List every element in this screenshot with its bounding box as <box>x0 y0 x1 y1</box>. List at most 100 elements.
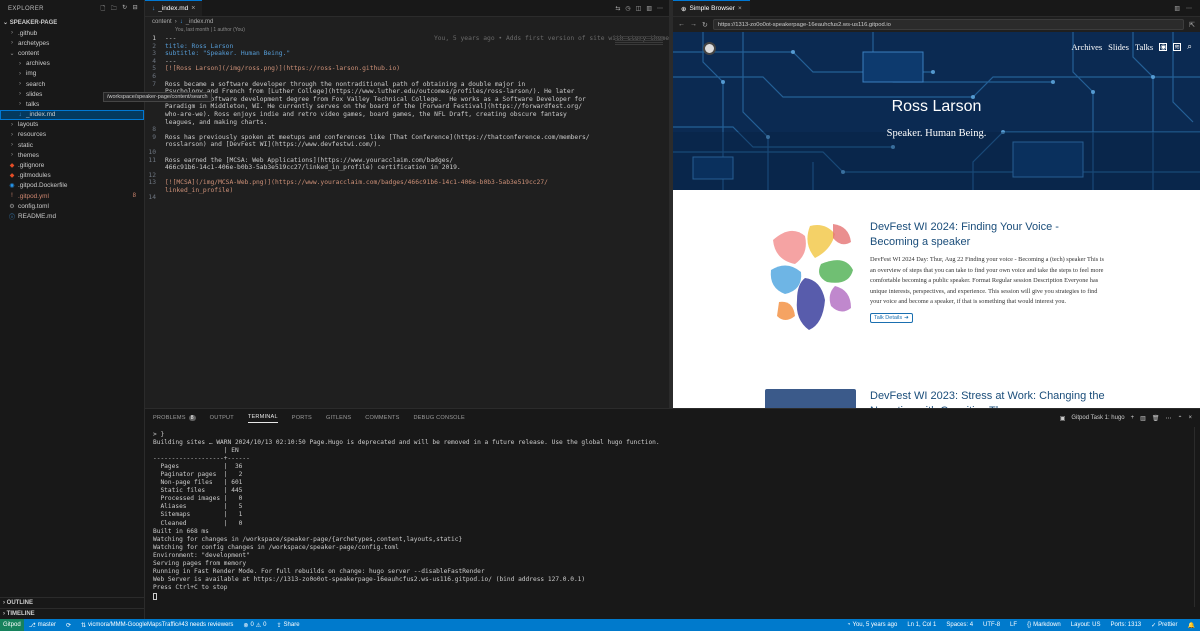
refresh-icon[interactable]: ↻ <box>122 4 127 14</box>
history-icon[interactable]: ◷ <box>625 5 630 12</box>
file-tree-item[interactable]: ⓘ README.md <box>0 211 144 221</box>
terminal-output[interactable]: > } Building sites … WARN 2024/10/13 02:1… <box>153 431 1053 600</box>
code-line[interactable]: 13 [![MCSA](/img/MCSA-Web.png)](https://w… <box>145 179 669 187</box>
site-logo[interactable] <box>703 42 716 55</box>
file-tree-item[interactable]: ⚙ config.toml <box>0 201 144 211</box>
end-of-line[interactable]: LF <box>1005 622 1022 629</box>
file-tree-item[interactable]: › search <box>0 79 144 89</box>
preview-icon[interactable]: ◫ <box>636 5 642 12</box>
file-tree-item[interactable]: ◉ .gitpod.Dockerfile <box>0 181 144 191</box>
file-tree-item[interactable]: › archives <box>0 59 144 69</box>
pull-request-indicator[interactable]: ⇅ vicmora/MMM-GoogleMapsTraffic#43 needs … <box>76 622 238 629</box>
terminal-scrollbar[interactable] <box>1194 427 1200 607</box>
keyboard-layout[interactable]: Layout: US <box>1066 622 1106 629</box>
more-icon[interactable]: ⋯ <box>1165 415 1171 422</box>
tab-ports[interactable]: PORTS <box>292 415 312 421</box>
nav-talks[interactable]: Talks <box>1135 42 1153 52</box>
maximize-icon[interactable]: ⌃ <box>1177 415 1182 422</box>
tab-comments[interactable]: COMMENTS <box>365 415 399 421</box>
tab-terminal[interactable]: TERMINAL <box>247 414 278 423</box>
new-folder-icon[interactable]: 🗀 <box>111 4 117 14</box>
trash-icon[interactable]: 🗑 <box>1152 415 1160 422</box>
code-line[interactable]: rosslarson) and [DevFest WI](https://www… <box>145 141 669 149</box>
file-tree-item[interactable]: › themes <box>0 150 144 160</box>
open-external-icon[interactable]: ⇱ <box>1189 21 1195 29</box>
close-icon[interactable]: × <box>191 5 195 12</box>
search-icon[interactable]: ⌕ <box>1187 42 1192 52</box>
minimap[interactable] <box>615 36 663 46</box>
close-icon[interactable]: × <box>738 5 742 12</box>
split-editor-icon[interactable]: ▥ <box>1174 5 1180 12</box>
split-editor-icon[interactable]: ▥ <box>646 5 652 12</box>
ports-indicator[interactable]: Ports: 1313 <box>1105 622 1146 629</box>
file-tree-item[interactable]: › layouts <box>0 120 144 130</box>
collapse-all-icon[interactable]: ⊟ <box>133 4 138 14</box>
code-line[interactable]: 1 --- You, 5 years ago • Adds first versio… <box>145 35 669 43</box>
breadcrumb-folder[interactable]: content <box>152 19 172 25</box>
breadcrumb-file[interactable]: _index.md <box>186 19 214 25</box>
file-tree-item[interactable]: › .github <box>0 28 144 38</box>
language-mode[interactable]: {} Markdown <box>1022 622 1066 629</box>
post-thumbnail[interactable] <box>765 220 856 335</box>
forward-icon[interactable]: → <box>690 21 697 28</box>
add-terminal-icon[interactable]: + <box>1131 415 1135 422</box>
file-tree-item[interactable]: ↓ _index.md <box>0 109 144 120</box>
code-line[interactable]: 9 Ross has previously spoken at meetups a… <box>145 134 669 142</box>
code-line[interactable]: 12 <box>145 172 669 180</box>
code-line[interactable]: 10 <box>145 149 669 157</box>
code-line[interactable]: 2 title: Ross Larson <box>145 43 669 51</box>
code-line[interactable]: 6 <box>145 73 669 81</box>
outline-section[interactable]: › OUTLINE <box>0 597 144 608</box>
terminal-cursor[interactable] <box>153 592 157 600</box>
code-line[interactable]: who-are-we). Ross enjoys indie and retro… <box>145 111 669 119</box>
code-line[interactable]: 11 Ross earned the [MCSA: Web Application… <box>145 157 669 165</box>
tab-output[interactable]: OUTPUT <box>210 415 234 421</box>
code-line[interactable]: linked_in_profile) <box>145 187 669 195</box>
split-terminal-icon[interactable]: ▥ <box>1140 415 1146 422</box>
post-title[interactable]: DevFest WI 2023: Stress at Work: Changin… <box>870 389 1110 408</box>
blame-indicator[interactable]: ◔ You, 5 years ago <box>842 622 902 629</box>
file-tree-item[interactable]: ! .gitpod.yml 8 <box>0 191 144 201</box>
cursor-position[interactable]: Ln 1, Col 1 <box>902 622 941 629</box>
new-file-icon[interactable]: 🗋 <box>100 4 105 14</box>
code-line[interactable]: 466c91b6-14c1-406e-b0b3-5ab3e519cc27/lin… <box>145 164 669 172</box>
sync-icon[interactable]: ⟳ <box>61 622 76 629</box>
code-line[interactable]: 4 --- <box>145 58 669 66</box>
tab-debug-console[interactable]: DEBUG CONSOLE <box>414 415 465 421</box>
indentation[interactable]: Spaces: 4 <box>941 622 978 629</box>
problems-indicator[interactable]: ⊗ 0 ⚠ 0 <box>238 622 271 629</box>
file-tree-item[interactable]: › img <box>0 69 144 79</box>
code-line[interactable]: leagues, and making charts. <box>145 119 669 127</box>
rss-icon[interactable]: ≋ <box>1173 43 1182 51</box>
file-tree-item[interactable]: › static <box>0 140 144 150</box>
code-line[interactable]: obtained a software development degree f… <box>145 96 669 104</box>
timeline-section[interactable]: › TIMELINE <box>0 608 144 619</box>
talk-details-button[interactable]: Talk Details ➜ <box>870 312 913 323</box>
file-tree-item[interactable]: ◆ .gitignore <box>0 160 144 170</box>
share-button[interactable]: ⇪ Share <box>272 622 305 629</box>
code-line[interactable]: 14 <box>145 194 669 202</box>
back-icon[interactable]: ← <box>678 21 685 28</box>
code-line[interactable]: Paradigm in Middleton, WI. He currently … <box>145 103 669 111</box>
github-icon[interactable]: ◉ <box>1159 43 1168 51</box>
more-icon[interactable]: ⋯ <box>657 5 663 12</box>
code-line[interactable]: 3 subtitle: "Speaker. Human Being." <box>145 50 669 58</box>
url-input[interactable]: https://1313-zo0o0ot-speakerpage-16eauhc… <box>712 19 1185 30</box>
workspace-root[interactable]: ⌄ SPEAKER-PAGE <box>0 17 144 28</box>
file-tree-item[interactable]: ◆ .gitmodules <box>0 171 144 181</box>
remote-indicator[interactable]: Gitpod <box>0 619 24 631</box>
browser-tab[interactable]: ⊕ Simple Browser × <box>673 0 750 16</box>
code-line[interactable]: 7 Ross became a software developer throug… <box>145 81 669 89</box>
code-line[interactable]: 8 <box>145 126 669 134</box>
code-line[interactable]: Psychology and French from [Luther Colle… <box>145 88 669 96</box>
bell-icon[interactable]: 🔔 <box>1183 622 1200 629</box>
editor-tab[interactable]: ↓ _index.md × <box>145 0 203 16</box>
file-tree-item[interactable]: ⌄ content <box>0 48 144 58</box>
codelens-authors[interactable]: You, last month | 1 author (You) <box>145 27 669 35</box>
file-tree-item[interactable]: › archetypes <box>0 38 144 48</box>
terminal-name[interactable]: Gitpod Task 1: hugo <box>1071 415 1124 422</box>
more-icon[interactable]: ⋯ <box>1186 5 1192 12</box>
nav-slides[interactable]: Slides <box>1108 42 1129 52</box>
close-icon[interactable]: × <box>1188 415 1192 422</box>
code-line[interactable]: 5 [![Ross Larson](/img/ross.png)](https:/… <box>145 65 669 73</box>
